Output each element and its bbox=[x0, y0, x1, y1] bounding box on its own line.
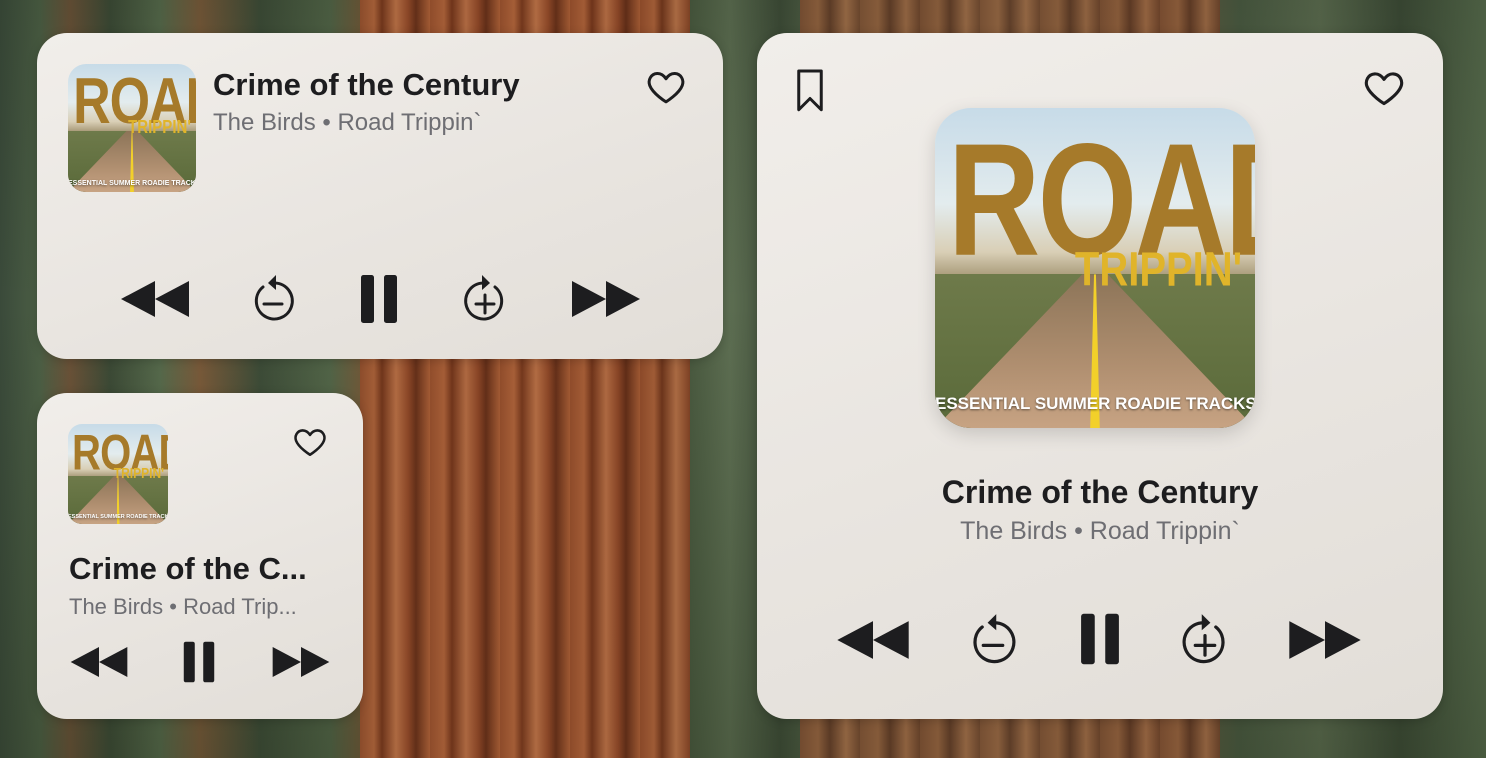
track-title: Crime of the Century bbox=[213, 67, 520, 102]
skip-forward-icon[interactable] bbox=[461, 274, 509, 324]
album-art: ROAD TRIPPIN' ESSENTIAL SUMMER ROADIE TR… bbox=[68, 64, 196, 192]
album-art-subtitle: TRIPPIN' bbox=[113, 464, 164, 482]
skip-back-icon[interactable] bbox=[249, 274, 297, 324]
rewind-icon[interactable] bbox=[835, 619, 911, 661]
album-art-tagline: ESSENTIAL SUMMER ROADIE TRACKS bbox=[68, 514, 168, 520]
fast-forward-icon[interactable] bbox=[271, 645, 331, 679]
heart-icon[interactable] bbox=[291, 424, 329, 460]
album-art: ROAD TRIPPIN' ESSENTIAL SUMMER ROADIE TR… bbox=[935, 108, 1255, 428]
track-subtitle: The Birds • Road Trip... bbox=[69, 594, 297, 619]
heart-icon[interactable] bbox=[643, 66, 689, 108]
bookmark-icon[interactable] bbox=[795, 67, 825, 115]
pause-icon[interactable] bbox=[182, 640, 216, 684]
now-playing-widget-large[interactable]: ROAD TRIPPIN' ESSENTIAL SUMMER ROADIE TR… bbox=[757, 33, 1443, 719]
track-title: Crime of the Century bbox=[941, 474, 1259, 510]
fast-forward-icon[interactable] bbox=[1287, 619, 1363, 661]
skip-back-icon[interactable] bbox=[967, 613, 1019, 667]
track-subtitle: The Birds • Road Trippin` bbox=[960, 517, 1240, 545]
heart-icon[interactable] bbox=[1360, 66, 1408, 110]
album-art-tagline: ESSENTIAL SUMMER ROADIE TRACKS bbox=[935, 394, 1255, 413]
fast-forward-icon[interactable] bbox=[570, 279, 642, 319]
album-art: ROAD TRIPPIN' ESSENTIAL SUMMER ROADIE TR… bbox=[68, 424, 168, 524]
now-playing-widget-medium[interactable]: ROAD TRIPPIN' ESSENTIAL SUMMER ROADIE TR… bbox=[37, 33, 723, 359]
track-subtitle: The Birds • Road Trippin` bbox=[213, 109, 482, 136]
track-title: Crime of the C... bbox=[69, 551, 307, 586]
album-art-tagline: ESSENTIAL SUMMER ROADIE TRACKS bbox=[68, 180, 196, 187]
pause-icon[interactable] bbox=[1079, 611, 1121, 667]
pause-icon[interactable] bbox=[359, 273, 399, 325]
now-playing-widget-small[interactable]: ROAD TRIPPIN' ESSENTIAL SUMMER ROADIE TR… bbox=[37, 393, 363, 719]
album-art-subtitle: TRIPPIN' bbox=[1074, 243, 1243, 297]
skip-forward-icon[interactable] bbox=[1179, 613, 1231, 667]
rewind-icon[interactable] bbox=[119, 279, 191, 319]
rewind-icon[interactable] bbox=[69, 645, 129, 679]
album-art-subtitle: TRIPPIN' bbox=[128, 117, 191, 138]
